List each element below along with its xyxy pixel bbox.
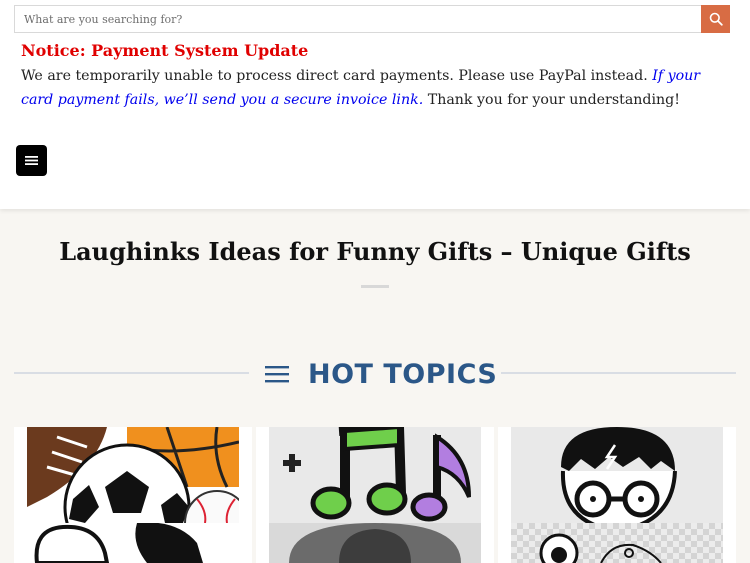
topic-image[interactable]: [27, 427, 239, 523]
hamburger-menu-icon: [25, 156, 38, 165]
notice-text-main: We are temporarily unable to process dir…: [21, 68, 653, 84]
section-rule-left: [14, 372, 249, 374]
topic-card[interactable]: [256, 427, 494, 523]
cartoon-face-image: [539, 533, 662, 563]
payment-notice: Notice: Payment System Update We are tem…: [21, 40, 731, 112]
topic-card[interactable]: [14, 427, 252, 523]
search-button[interactable]: [701, 5, 730, 33]
topic-image[interactable]: [269, 427, 481, 523]
site-header: Notice: Payment System Update We are tem…: [0, 0, 750, 209]
topic-card[interactable]: [498, 427, 736, 523]
search-input[interactable]: [15, 6, 702, 32]
topic-image[interactable]: [27, 523, 239, 563]
page-title: Laughinks Ideas for Funny Gifts – Unique…: [59, 237, 691, 266]
portrait-photo-image: [289, 523, 461, 563]
topic-image[interactable]: [269, 523, 481, 563]
sports-balls-image: [27, 427, 239, 523]
music-notes-image: [283, 427, 471, 522]
search-bar: [14, 5, 730, 33]
notice-text: We are temporarily unable to process dir…: [21, 64, 731, 112]
search-icon: [709, 12, 723, 26]
topic-card[interactable]: [256, 523, 494, 563]
snoopy-image: [34, 523, 203, 563]
list-icon: [265, 366, 289, 383]
section-heading-label: HOT TOPICS: [308, 358, 498, 390]
topic-image[interactable]: [511, 523, 723, 563]
glasses-boy-wizard-image: [560, 427, 677, 523]
topic-image[interactable]: [511, 427, 723, 523]
title-divider: [361, 285, 389, 288]
notice-text-closing: Thank you for your understanding!: [423, 92, 680, 108]
menu-button[interactable]: [16, 145, 47, 176]
topic-card[interactable]: [498, 523, 736, 563]
topic-card[interactable]: [14, 523, 252, 563]
section-rule-right: [501, 372, 736, 374]
section-heading: HOT TOPICS: [264, 356, 497, 392]
notice-title: Notice: Payment System Update: [21, 41, 309, 60]
